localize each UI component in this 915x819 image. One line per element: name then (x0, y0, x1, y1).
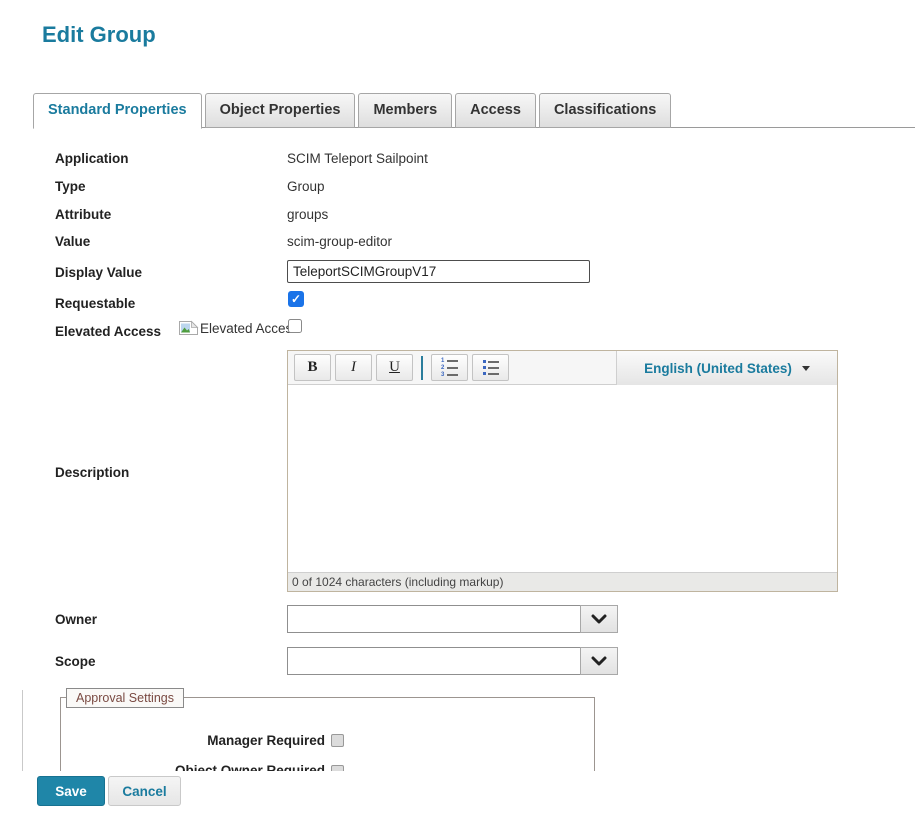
underline-button[interactable]: U (376, 354, 413, 381)
requestable-checkbox[interactable]: ✓ (288, 291, 304, 307)
requestable-label: Requestable (55, 296, 135, 311)
cancel-button[interactable]: Cancel (108, 776, 181, 806)
attribute-label: Attribute (55, 207, 111, 222)
scope-combo (287, 647, 618, 675)
character-counter: 0 of 1024 characters (including markup) (288, 572, 837, 591)
object-owner-required-label: Object Owner Required (100, 763, 325, 771)
owner-label: Owner (55, 612, 97, 627)
italic-button[interactable]: I (335, 354, 372, 381)
broken-image-alt-text: Elevated Access (200, 321, 299, 336)
elevated-access-broken-image: Elevated Access (178, 320, 299, 336)
type-label: Type (55, 179, 86, 194)
description-editor: B I U 1 2 3 (287, 350, 838, 592)
bullet-list-icon (483, 360, 499, 375)
type-value: Group (287, 179, 325, 194)
footer-button-bar: Save Cancel (0, 771, 915, 819)
owner-combo (287, 605, 618, 633)
underline-icon: U (389, 359, 400, 376)
tabs: Standard Properties Object Properties Me… (33, 93, 671, 129)
description-label: Description (55, 465, 129, 480)
tab-classifications[interactable]: Classifications (539, 93, 671, 128)
language-selector-label: English (United States) (644, 361, 792, 376)
description-text-area[interactable] (288, 385, 837, 572)
owner-dropdown-button[interactable] (580, 605, 618, 633)
elevated-access-checkbox[interactable] (288, 319, 302, 333)
tab-access[interactable]: Access (455, 93, 536, 128)
bold-icon: B (307, 359, 317, 376)
panel-left-border (22, 690, 23, 771)
scope-label: Scope (55, 654, 96, 669)
edit-group-page: Edit Group Standard Properties Object Pr… (0, 0, 915, 819)
broken-image-icon (178, 320, 199, 336)
display-value-label: Display Value (55, 265, 142, 280)
bold-button[interactable]: B (294, 354, 331, 381)
italic-icon: I (351, 359, 356, 376)
tab-bar: Standard Properties Object Properties Me… (0, 93, 915, 128)
manager-required-label: Manager Required (100, 733, 325, 748)
value-label: Value (55, 234, 90, 249)
toolbar-divider (421, 356, 423, 380)
page-title: Edit Group (42, 22, 156, 48)
approval-settings-legend: Approval Settings (66, 688, 184, 708)
application-value: SCIM Teleport Sailpoint (287, 151, 428, 166)
value-value: scim-group-editor (287, 234, 392, 249)
numbered-list-icon: 1 2 3 (441, 359, 458, 377)
language-selector[interactable]: English (United States) (616, 351, 837, 385)
approval-settings-section: Approval Settings Manager Required Objec… (0, 685, 915, 771)
scope-input[interactable] (287, 647, 581, 675)
tab-object-properties[interactable]: Object Properties (205, 93, 356, 128)
application-label: Application (55, 151, 129, 166)
caret-down-icon (802, 366, 810, 371)
chevron-down-icon (591, 656, 607, 666)
display-value-input[interactable] (287, 260, 590, 283)
elevated-access-label: Elevated Access (55, 324, 161, 339)
editor-toolbar: B I U 1 2 3 (288, 351, 837, 385)
scope-dropdown-button[interactable] (580, 647, 618, 675)
tab-standard-properties[interactable]: Standard Properties (33, 93, 202, 129)
bullet-list-button[interactable] (472, 354, 509, 381)
chevron-down-icon (591, 614, 607, 624)
attribute-value: groups (287, 207, 328, 222)
tab-members[interactable]: Members (358, 93, 452, 128)
numbered-list-button[interactable]: 1 2 3 (431, 354, 468, 381)
save-button[interactable]: Save (37, 776, 105, 806)
manager-required-checkbox[interactable] (331, 734, 344, 747)
owner-input[interactable] (287, 605, 581, 633)
